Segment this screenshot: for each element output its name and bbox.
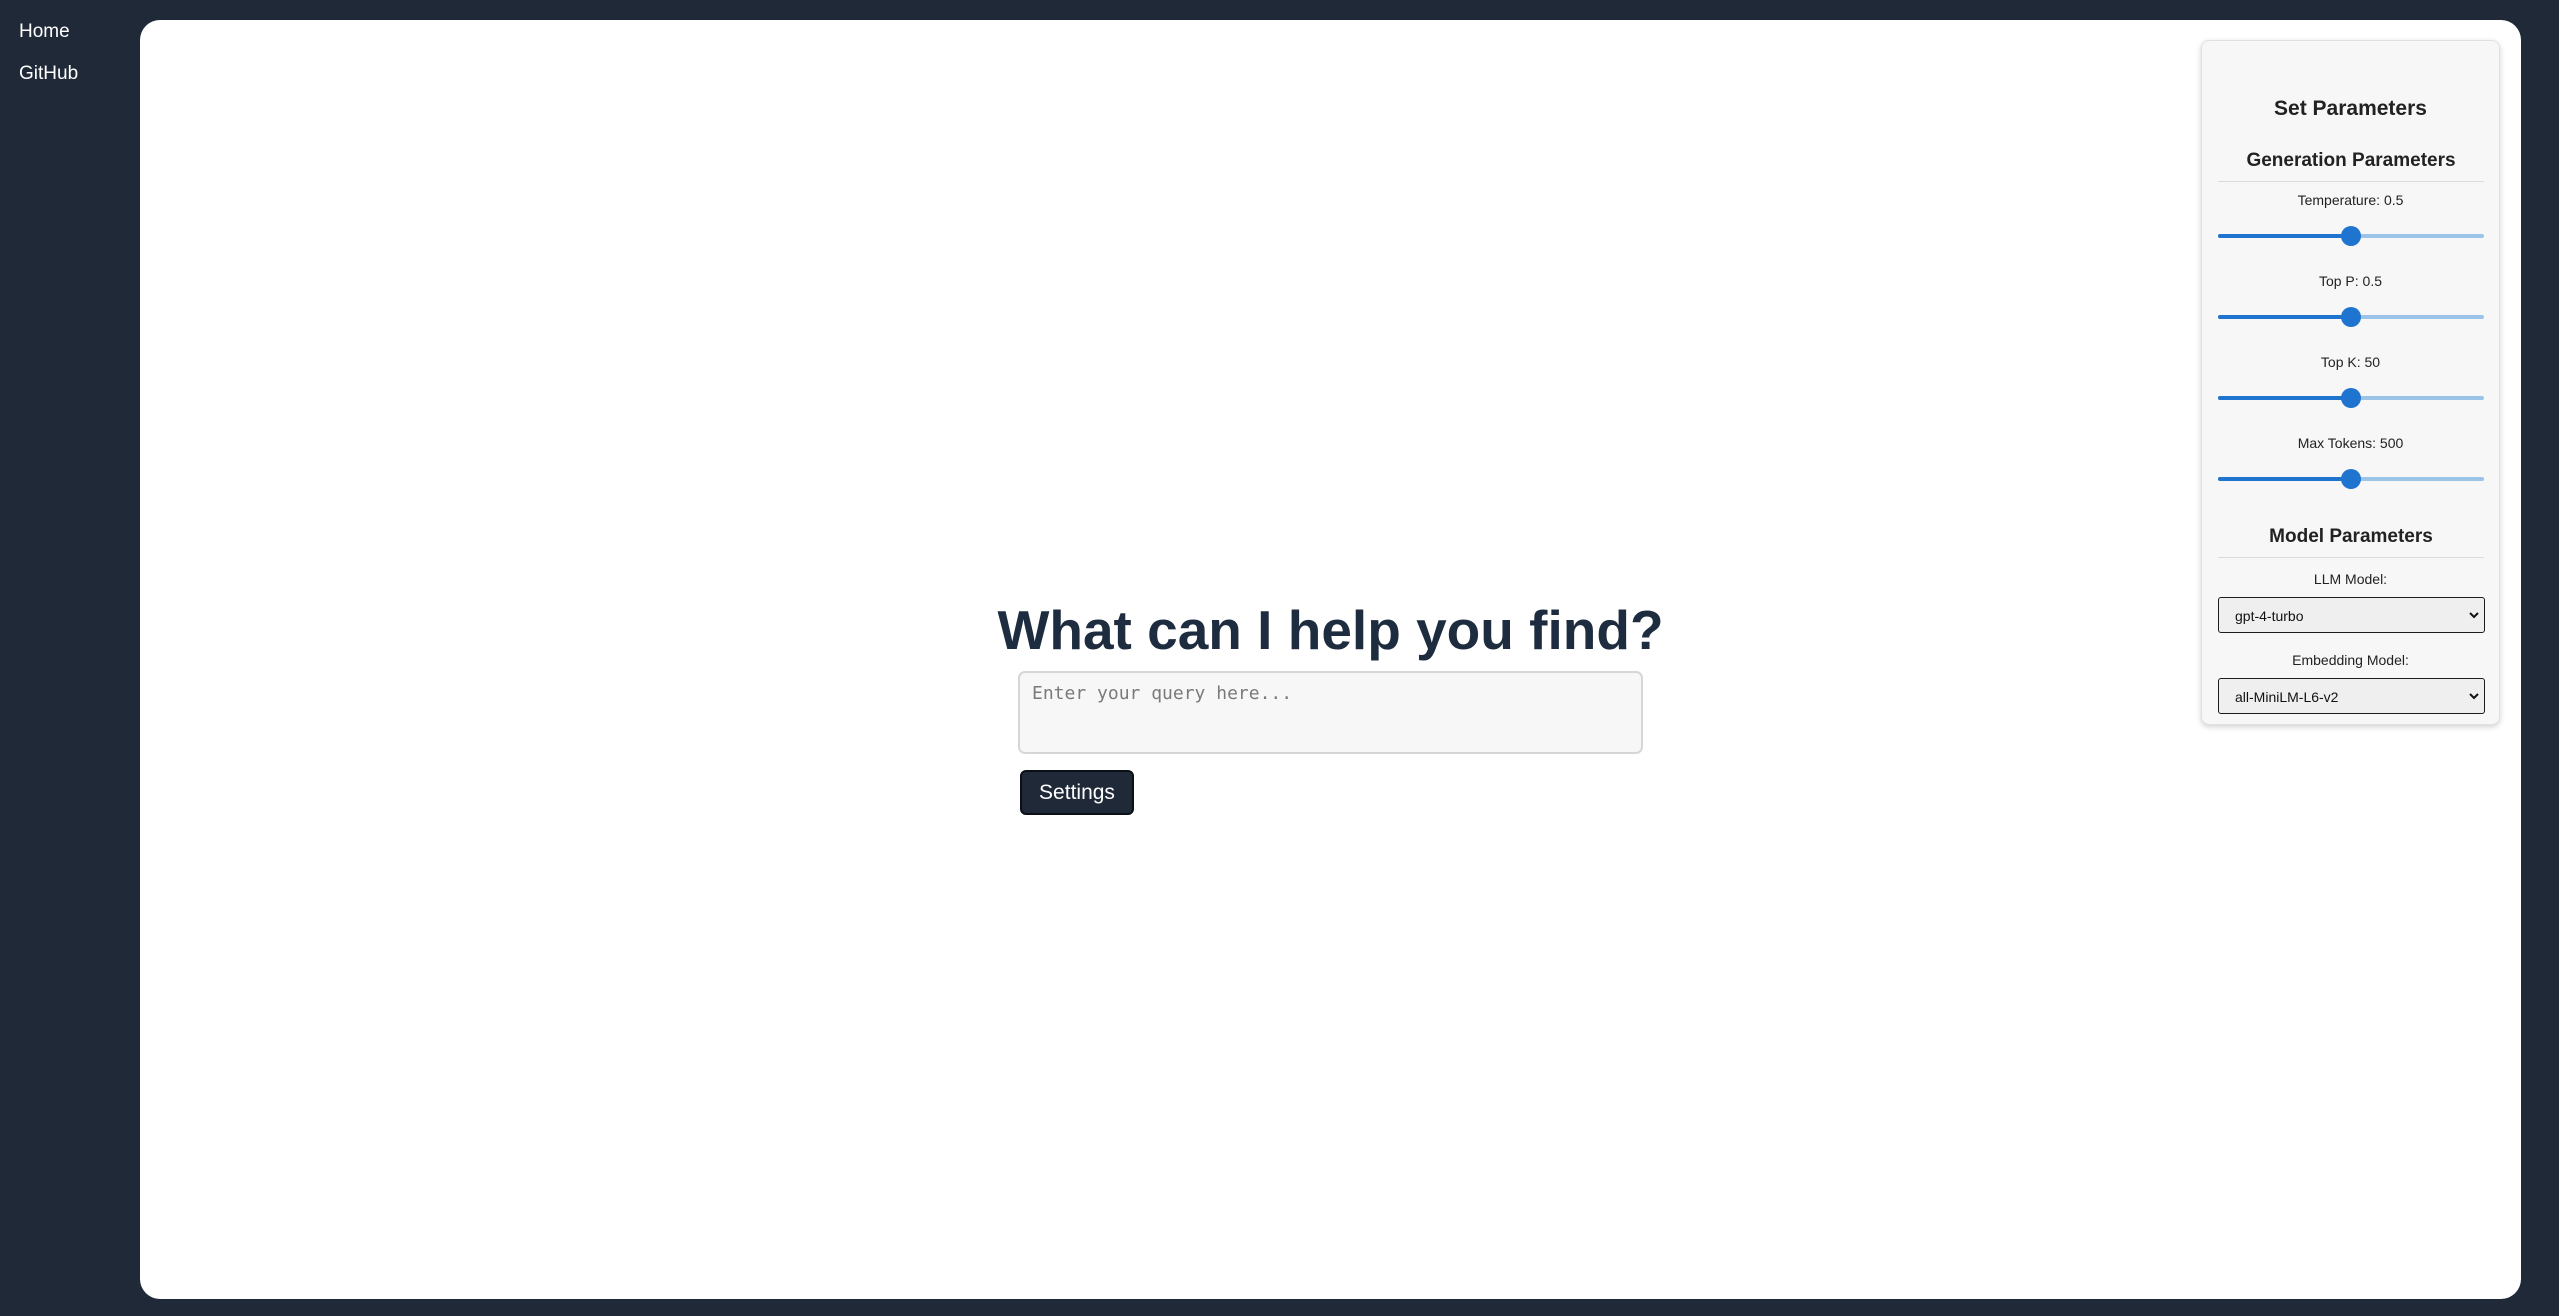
- llm-model-label: LLM Model:: [2313, 571, 2388, 587]
- top-k-label: Top K: 50: [2320, 354, 2381, 370]
- top-p-slider[interactable]: [2218, 307, 2484, 327]
- embedding-model-select[interactable]: all-MiniLM-L6-v2: [2218, 678, 2485, 714]
- slider-thumb[interactable]: [2341, 388, 2361, 408]
- max-tokens-label: Max Tokens: 500: [2297, 435, 2404, 451]
- generation-parameters-title: Generation Parameters: [2218, 149, 2484, 182]
- slider-thumb[interactable]: [2341, 226, 2361, 246]
- sidebar: Home GitHub: [0, 0, 140, 1316]
- llm-model-select[interactable]: gpt-4-turbo: [2218, 597, 2485, 633]
- temperature-label: Temperature: 0.5: [2297, 192, 2404, 208]
- chevron-down-icon: [2469, 693, 2479, 700]
- slider-fill: [2218, 396, 2351, 400]
- parameters-panel: Set Parameters Generation Parameters Tem…: [2201, 40, 2500, 725]
- top-p-label: Top P: 0.5: [2318, 273, 2383, 289]
- llm-model-value: gpt-4-turbo: [2235, 608, 2304, 624]
- main-panel: What can I help you find? Settings Set P…: [140, 20, 2521, 1299]
- embedding-model-label: Embedding Model:: [2292, 652, 2409, 668]
- slider-fill: [2218, 477, 2351, 481]
- query-input[interactable]: [1018, 671, 1643, 754]
- settings-button[interactable]: Settings: [1020, 770, 1134, 815]
- model-parameters-title: Model Parameters: [2218, 525, 2484, 558]
- page-heading: What can I help you find?: [997, 599, 1664, 661]
- nav-link-github[interactable]: GitHub: [19, 62, 78, 86]
- top-k-slider[interactable]: [2218, 388, 2484, 408]
- slider-thumb[interactable]: [2341, 469, 2361, 489]
- panel-title: Set Parameters: [2274, 97, 2427, 120]
- slider-thumb[interactable]: [2341, 307, 2361, 327]
- nav-link-home[interactable]: Home: [19, 20, 70, 44]
- slider-fill: [2218, 234, 2351, 238]
- max-tokens-slider[interactable]: [2218, 469, 2484, 489]
- embedding-model-value: all-MiniLM-L6-v2: [2235, 689, 2339, 705]
- temperature-slider[interactable]: [2218, 226, 2484, 246]
- slider-fill: [2218, 315, 2351, 319]
- chevron-down-icon: [2469, 612, 2479, 619]
